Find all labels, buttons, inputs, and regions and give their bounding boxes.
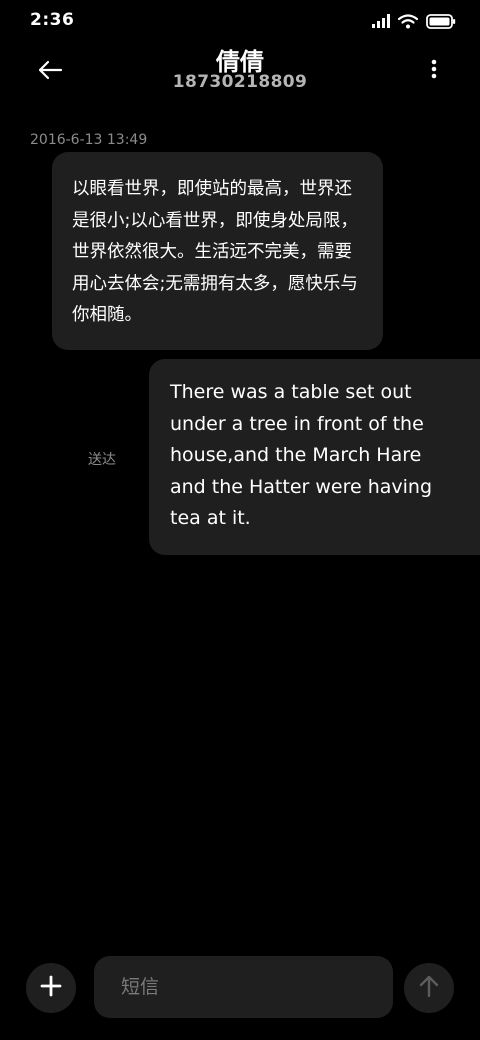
message-timestamp: 2016-6-13 13:49 — [30, 132, 148, 148]
add-attachment-button[interactable] — [26, 963, 76, 1013]
status-icons — [372, 12, 456, 30]
more-vertical-icon — [431, 59, 437, 83]
conversation-header: 倩倩 18730218809 — [0, 42, 480, 102]
signal-icon — [372, 14, 390, 28]
more-options-button[interactable] — [422, 56, 446, 86]
send-button[interactable] — [404, 963, 454, 1013]
status-time: 2:36 — [30, 10, 75, 30]
message-input[interactable] — [94, 956, 393, 1018]
delivery-status: 送达 — [88, 452, 116, 468]
status-bar: 2:36 — [0, 0, 480, 42]
received-message-bubble[interactable]: 以眼看世界，即使站的最高，世界还是很小;以心看世界，即使身处局限，世界依然很大。… — [52, 152, 383, 350]
sent-message-bubble[interactable]: There was a table set out under a tree i… — [149, 359, 480, 555]
wifi-icon — [398, 13, 418, 29]
plus-icon — [40, 975, 62, 1001]
contact-number: 18730218809 — [172, 72, 308, 92]
arrow-up-icon — [418, 974, 440, 1002]
battery-icon — [426, 13, 456, 29]
